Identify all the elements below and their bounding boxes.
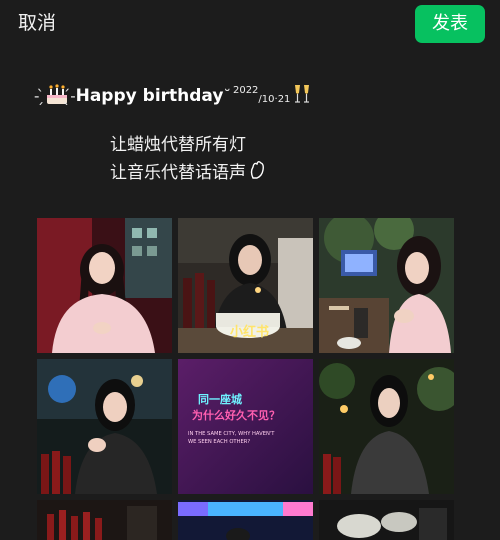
photo-thumbnail[interactable]: [319, 218, 454, 353]
cancel-button[interactable]: 取消: [18, 10, 56, 36]
caption-title-mark: ˘: [223, 87, 231, 105]
photo-thumbnail[interactable]: [319, 500, 454, 540]
photo-thumbnail[interactable]: [37, 359, 172, 494]
caption-date: 2022/10·21: [233, 85, 291, 105]
photo-thumbnail[interactable]: [319, 359, 454, 494]
caption-body: 让蜡烛代替所有灯 让音乐代替话语声: [110, 132, 474, 188]
post-caption[interactable]: - ̗̀ ̖́- Happy birthday ˘ 2022/10·21 让蜡烛…: [34, 82, 474, 188]
caption-date-year: 2022: [232, 84, 259, 96]
caption-title-line: - ̗̀ ̖́- Happy birthday ˘ 2022/10·21: [34, 82, 474, 110]
hand-doodle-icon: [248, 158, 268, 188]
neon-line-3: IN THE SAME CITY, WHY HAVEN'T: [188, 431, 275, 437]
photo-grid: 小红书 同一座城 为什么好久不见？ IN THE SAME CITY, WHY …: [37, 218, 455, 540]
caption-deco-left: - ̗̀: [34, 87, 45, 105]
clinking-glasses-icon: [290, 82, 314, 111]
neon-line-4: WE SEEN EACH OTHER?: [188, 439, 250, 445]
caption-line-3: 让音乐代替话语声: [110, 158, 474, 188]
caption-title: Happy birthday: [75, 86, 224, 106]
photo-thumbnail[interactable]: [178, 500, 313, 540]
neon-line-1: 同一座城: [198, 392, 242, 406]
publish-button[interactable]: 发表: [415, 5, 485, 43]
photo-thumbnail[interactable]: 小红书: [178, 218, 313, 353]
photo-sticker: 小红书: [230, 324, 269, 340]
photo-thumbnail[interactable]: [37, 500, 172, 540]
caption-date-rest: /10·21: [258, 93, 291, 105]
top-bar: 取消 发表: [0, 0, 500, 48]
photo-thumbnail[interactable]: [37, 218, 172, 353]
birthday-cake-icon: [44, 82, 70, 111]
photo-thumbnail[interactable]: 同一座城 为什么好久不见？ IN THE SAME CITY, WHY HAVE…: [178, 359, 313, 494]
caption-line-2: 让蜡烛代替所有灯: [110, 135, 246, 155]
neon-line-2: 为什么好久不见？: [192, 408, 280, 422]
